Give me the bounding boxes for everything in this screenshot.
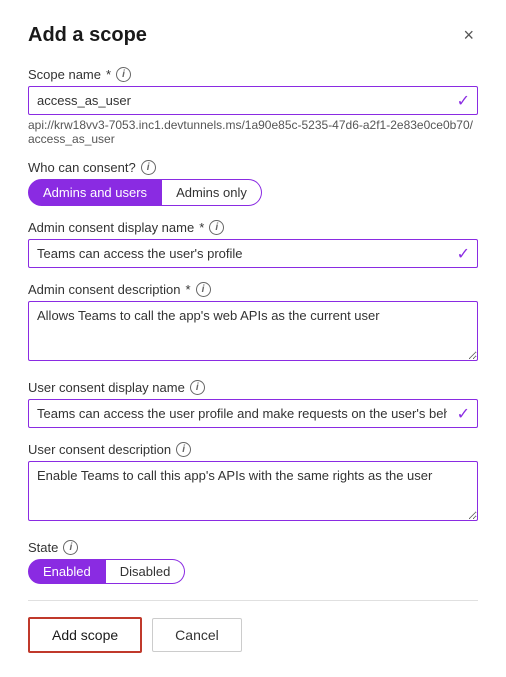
state-info-icon[interactable]: i	[63, 540, 78, 555]
user-consent-display-name-check-icon: ✓	[457, 404, 470, 424]
state-disabled-button[interactable]: Disabled	[106, 559, 186, 584]
user-consent-display-name-input-wrapper: ✓	[28, 399, 478, 428]
state-enabled-button[interactable]: Enabled	[28, 559, 106, 584]
scope-api-url: api://krw18vv3-7053.inc1.devtunnels.ms/1…	[28, 118, 478, 146]
user-consent-description-label: User consent description i	[28, 442, 478, 457]
close-button[interactable]: ×	[459, 24, 478, 46]
scope-name-input-wrapper: ✓	[28, 86, 478, 115]
admin-consent-description-group: Admin consent description * i Allows Tea…	[28, 282, 478, 366]
add-scope-dialog: Add a scope × Scope name * i ✓ api://krw…	[0, 0, 506, 677]
scope-name-group: Scope name * i ✓ api://krw18vv3-7053.inc…	[28, 67, 478, 146]
admin-consent-display-name-check-icon: ✓	[457, 244, 470, 264]
admin-consent-description-info-icon[interactable]: i	[196, 282, 211, 297]
user-consent-description-info-icon[interactable]: i	[176, 442, 191, 457]
state-label: State i	[28, 540, 478, 555]
user-consent-display-name-label: User consent display name i	[28, 380, 478, 395]
who-can-consent-info-icon[interactable]: i	[141, 160, 156, 175]
admin-consent-display-name-input-wrapper: ✓	[28, 239, 478, 268]
consent-buttons: Admins and users Admins only	[28, 179, 478, 206]
dialog-title: Add a scope	[28, 24, 147, 47]
consent-admins-only-button[interactable]: Admins only	[162, 179, 262, 206]
add-scope-button[interactable]: Add scope	[28, 617, 142, 653]
dialog-header: Add a scope ×	[28, 24, 478, 47]
scope-name-label: Scope name * i	[28, 67, 478, 82]
footer-divider	[28, 600, 478, 601]
footer-buttons: Add scope Cancel	[28, 617, 478, 653]
cancel-button[interactable]: Cancel	[152, 618, 242, 652]
scope-name-info-icon[interactable]: i	[116, 67, 131, 82]
scope-name-check-icon: ✓	[457, 91, 470, 111]
admin-consent-display-name-info-icon[interactable]: i	[209, 220, 224, 235]
user-consent-display-name-input[interactable]	[28, 399, 478, 428]
user-consent-description-input[interactable]: Enable Teams to call this app's APIs wit…	[28, 461, 478, 521]
user-consent-description-group: User consent description i Enable Teams …	[28, 442, 478, 526]
who-can-consent-label: Who can consent? i	[28, 160, 478, 175]
admin-consent-display-name-input[interactable]	[28, 239, 478, 268]
admin-consent-description-input[interactable]: Allows Teams to call the app's web APIs …	[28, 301, 478, 361]
admin-consent-display-name-label: Admin consent display name * i	[28, 220, 478, 235]
consent-admins-and-users-button[interactable]: Admins and users	[28, 179, 162, 206]
admin-consent-description-label: Admin consent description * i	[28, 282, 478, 297]
user-consent-display-name-info-icon[interactable]: i	[190, 380, 205, 395]
state-group: State i Enabled Disabled	[28, 540, 478, 584]
scope-name-input[interactable]	[28, 86, 478, 115]
state-buttons: Enabled Disabled	[28, 559, 478, 584]
user-consent-display-name-group: User consent display name i ✓	[28, 380, 478, 428]
admin-consent-display-name-group: Admin consent display name * i ✓	[28, 220, 478, 268]
who-can-consent-group: Who can consent? i Admins and users Admi…	[28, 160, 478, 206]
